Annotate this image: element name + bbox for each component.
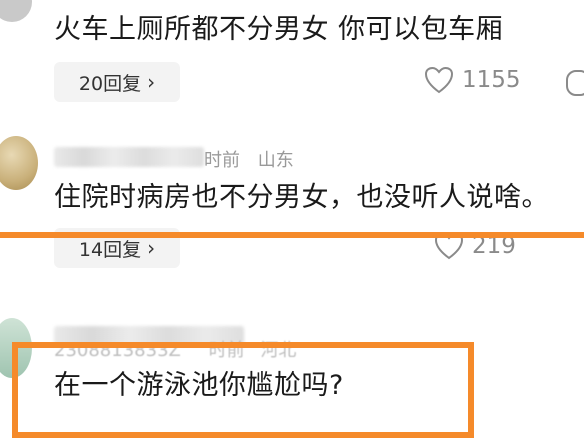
highlight-box — [12, 342, 474, 438]
replies-label: 14回复 — [78, 238, 142, 261]
chevron-right-icon: › — [147, 236, 156, 260]
highlight-box — [0, 0, 584, 238]
